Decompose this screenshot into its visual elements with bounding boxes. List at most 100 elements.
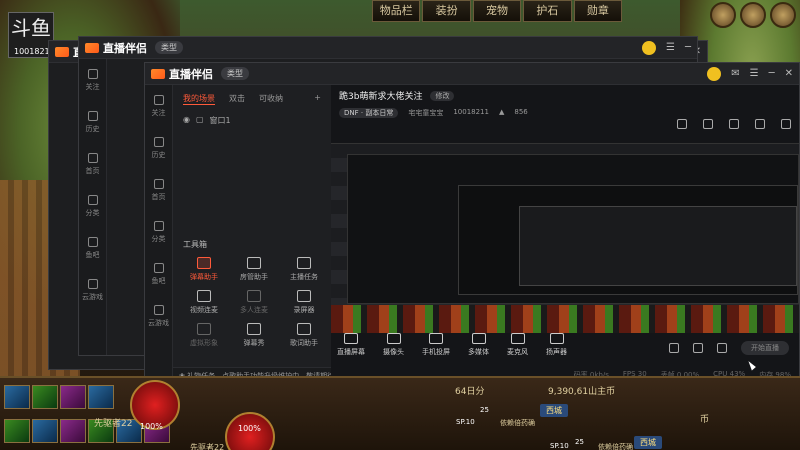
tab-my-scenes[interactable]: 我的场景 — [183, 93, 215, 105]
settings-icon[interactable] — [717, 343, 727, 353]
avatar-icon[interactable] — [642, 40, 656, 55]
skill-slot[interactable] — [4, 385, 30, 409]
grid-icon — [87, 194, 98, 205]
skill-slot[interactable] — [4, 419, 30, 443]
scene-item[interactable]: ◉ ▢ 窗口1 — [173, 113, 331, 128]
type-dropdown[interactable]: 类型 — [155, 41, 183, 54]
rail-item-cloudgame[interactable]: 云游戏 — [79, 269, 106, 311]
eye-icon[interactable] — [693, 343, 703, 353]
hud-marker: 币 — [700, 415, 710, 425]
title-bar: 直播伴侣 类型 ☰ ─ — [79, 37, 697, 59]
lock-icon[interactable]: ▢ — [196, 115, 204, 126]
rail-item-fishbar[interactable]: 鱼吧 — [145, 253, 172, 295]
crown-icon[interactable] — [755, 119, 765, 129]
minimize-icon[interactable]: ─ — [769, 68, 775, 79]
logo-icon — [151, 68, 165, 79]
share-icon[interactable] — [703, 119, 713, 129]
rail-item-category[interactable]: 分类 — [145, 211, 172, 253]
char-name: 先驱者22 — [94, 419, 133, 429]
rail-item-home[interactable]: 首页 — [145, 169, 172, 211]
heat-icon: ▲ — [498, 108, 505, 116]
edit-title-button[interactable]: 修改 — [430, 90, 455, 101]
message-icon[interactable]: ✉ — [731, 68, 739, 79]
layout-icon[interactable] — [677, 119, 687, 129]
rail-item-cloudgame[interactable]: 云游戏 — [145, 295, 172, 337]
monitor-icon — [344, 333, 358, 344]
preview-toolbar — [677, 119, 791, 129]
room-category[interactable]: DNF · 副本日常 — [339, 108, 399, 118]
minimize-icon[interactable]: ─ — [685, 42, 691, 53]
source-screen[interactable]: 直播屏幕 — [337, 333, 365, 357]
source-phone[interactable]: 手机投屏 — [422, 333, 450, 357]
skill-slot[interactable] — [32, 419, 58, 443]
toolbox-title: 工具箱 — [183, 240, 207, 249]
menu-icon[interactable]: ☰ — [750, 68, 759, 79]
sp-value-2: SP.10 — [550, 442, 569, 450]
tool-recorder[interactable]: 录屏器 — [279, 290, 329, 315]
nested-window-1 — [347, 154, 799, 304]
rail-item-follow[interactable]: 关注 — [79, 59, 106, 101]
camera-icon — [386, 333, 401, 344]
tool-avatar[interactable]: 虚拟形象 — [179, 323, 229, 348]
room-id: 10018211 — [453, 108, 489, 116]
record-icon[interactable] — [669, 343, 679, 353]
tool-danmaku[interactable]: 弹幕助手 — [179, 257, 229, 282]
skill-slot[interactable] — [60, 419, 86, 443]
app-name: 直播伴侣 — [103, 41, 147, 55]
tool-room-admin[interactable]: 房管助手 — [229, 257, 279, 282]
close-icon[interactable]: ✕ — [785, 68, 793, 79]
scene-panel: 我的场景 双击 可收纳 + ◉ ▢ 窗口1 工具箱 弹幕助手 房管助手 主播任务… — [173, 85, 359, 383]
tab-double[interactable]: 双击 — [229, 93, 245, 105]
clock-icon — [87, 110, 98, 121]
game-settings-icon[interactable] — [740, 2, 766, 28]
tool-video-link[interactable]: 视频连麦 — [179, 290, 229, 315]
game-tab-outfit[interactable]: 装扮 — [422, 0, 471, 22]
tool-multi-link[interactable]: 多人连麦 — [229, 290, 279, 315]
skill-slot[interactable] — [32, 385, 58, 409]
game-tab-pet[interactable]: 宠物 — [472, 0, 522, 22]
rail-item-category[interactable]: 分类 — [79, 185, 106, 227]
game-menu-icon[interactable] — [770, 2, 796, 28]
type-dropdown[interactable]: 类型 — [221, 67, 249, 80]
game-tab-medal[interactable]: 勋章 — [573, 0, 623, 22]
bag-icon[interactable] — [781, 119, 791, 129]
source-media[interactable]: 多媒体 — [468, 333, 489, 357]
tool-tasks[interactable]: 主播任务 — [279, 257, 329, 282]
rail-item-history[interactable]: 历史 — [79, 101, 106, 143]
add-scene-button[interactable]: + — [314, 93, 321, 105]
scene-tabs: 我的场景 双击 可收纳 + — [173, 85, 331, 113]
game-tab-inventory[interactable]: 物品栏 — [372, 0, 421, 22]
app-name: 直播伴侣 — [169, 67, 213, 81]
source-camera[interactable]: 摄像头 — [383, 333, 404, 357]
eye-icon[interactable]: ◉ — [183, 115, 190, 126]
city-button[interactable]: 西城 — [540, 404, 568, 417]
char-name-2: 先驱者22 — [190, 443, 225, 450]
rail-item-follow[interactable]: 关注 — [145, 85, 172, 127]
hp-percent-2: 100% — [238, 424, 261, 433]
logo-icon — [55, 46, 69, 57]
tool-danmaku-show[interactable]: 弹幕秀 — [229, 323, 279, 348]
game-skill-icon[interactable] — [710, 2, 736, 28]
skill-slot[interactable] — [60, 385, 86, 409]
source-speaker[interactable]: 扬声器 — [546, 333, 567, 357]
clock-icon — [153, 136, 164, 147]
skill-slot[interactable] — [88, 385, 114, 409]
admin-icon — [247, 257, 261, 269]
avatar-icon[interactable] — [707, 66, 722, 81]
danmaku-icon — [197, 257, 211, 269]
source-mic[interactable]: 麦克风 — [507, 333, 528, 357]
tab-collapsible[interactable]: 可收纳 — [259, 93, 283, 105]
tool-lyrics[interactable]: 歌词助手 — [279, 323, 329, 348]
multi-link-icon — [247, 290, 261, 302]
rail-item-fishbar[interactable]: 鱼吧 — [79, 227, 106, 269]
game-hud: 100% 100% 先驱者22 先驱者22 64日分 9,390,61山主币 2… — [0, 376, 800, 450]
gift-icon[interactable] — [729, 119, 739, 129]
rail-item-history[interactable]: 历史 — [145, 127, 172, 169]
menu-icon[interactable]: ☰ — [666, 42, 675, 53]
game-tab-stone[interactable]: 护石 — [523, 0, 572, 22]
city-button-2[interactable]: 西城 — [634, 436, 662, 449]
rail-item-home[interactable]: 首页 — [79, 143, 106, 185]
start-stream-button[interactable]: 开始直播 — [741, 341, 789, 355]
room-heat: 856 — [514, 108, 528, 116]
fish-icon — [87, 236, 98, 247]
